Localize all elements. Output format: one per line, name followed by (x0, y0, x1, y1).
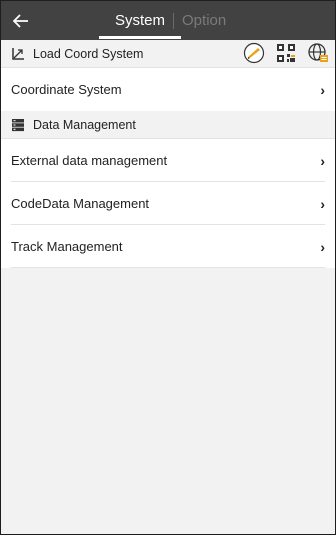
data-management-header: Data Management (1, 111, 335, 139)
data-management-label: Data Management (33, 117, 136, 132)
coord-tools (243, 42, 329, 64)
chevron-right-icon: › (320, 81, 325, 98)
load-coord-icon (11, 47, 25, 61)
chevron-right-icon: › (320, 238, 325, 255)
list-item-label: Track Management (11, 239, 123, 254)
globe-settings-icon[interactable] (307, 42, 329, 64)
top-bar: System Option (1, 1, 335, 40)
list-item-codedata[interactable]: CodeData Management › (1, 182, 335, 225)
chevron-right-icon: › (320, 152, 325, 169)
coordinate-system-row[interactable]: Coordinate System › (1, 68, 335, 111)
chevron-right-icon: › (320, 195, 325, 212)
tab-option[interactable]: Option (178, 12, 230, 29)
tab-bar: System Option (98, 1, 230, 40)
back-arrow-icon[interactable] (11, 11, 31, 31)
map-pen-icon[interactable] (243, 42, 265, 64)
list-item-track[interactable]: Track Management › (1, 225, 335, 268)
data-management-list: External data management › CodeData Mana… (1, 139, 335, 268)
list-item-label: CodeData Management (11, 196, 150, 211)
list-item-label: External data management (11, 153, 168, 168)
app-frame: System Option Load Coord System Coordina… (0, 0, 336, 535)
load-coord-system-row[interactable]: Load Coord System (1, 40, 335, 68)
tab-system[interactable]: System (98, 12, 182, 39)
load-coord-label: Load Coord System (33, 46, 144, 61)
list-item-external-data[interactable]: External data management › (1, 139, 335, 182)
qr-code-icon[interactable] (275, 42, 297, 64)
row-divider (11, 267, 325, 268)
tab-divider (173, 12, 175, 29)
database-icon (11, 118, 25, 132)
coordinate-system-label: Coordinate System (11, 82, 122, 97)
